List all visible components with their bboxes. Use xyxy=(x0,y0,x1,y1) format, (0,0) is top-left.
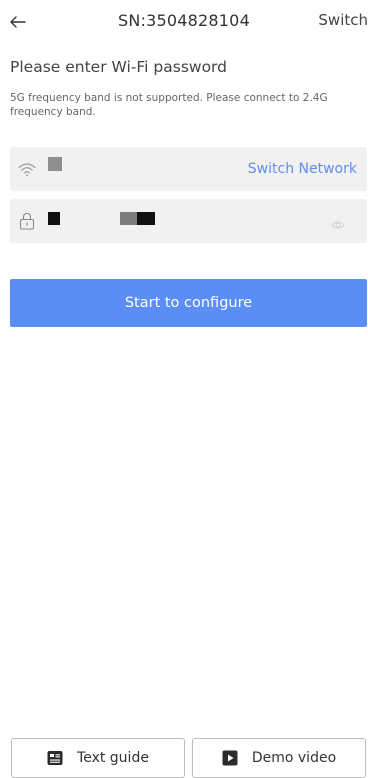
password-value-redacted xyxy=(120,212,137,225)
eye-icon[interactable] xyxy=(331,215,345,229)
frequency-band-notice: 5G frequency band is not supported. Plea… xyxy=(10,92,328,118)
wifi-password-heading: Please enter Wi-Fi password xyxy=(10,58,227,76)
wifi-network-field: Switch Network xyxy=(10,147,367,191)
start-configure-button[interactable]: Start to configure xyxy=(10,279,367,327)
demo-video-label: Demo video xyxy=(251,750,337,766)
switch-button[interactable]: Switch xyxy=(318,11,368,29)
wifi-password-field xyxy=(10,199,367,243)
ssid-value-redacted xyxy=(48,157,62,171)
text-guide-label: Text guide xyxy=(77,750,149,766)
switch-network-link[interactable]: Switch Network xyxy=(248,161,357,177)
play-icon xyxy=(222,750,238,766)
wifi-icon xyxy=(17,159,37,179)
header-bar: SN:3504828104 Switch xyxy=(0,0,368,44)
password-value-redacted xyxy=(48,212,60,225)
text-guide-button[interactable]: Text guide xyxy=(11,738,185,778)
demo-video-button[interactable]: Demo video xyxy=(192,738,366,778)
document-icon xyxy=(47,750,63,766)
lock-icon xyxy=(17,211,37,231)
page-title: SN:3504828104 xyxy=(118,11,250,30)
password-value-redacted xyxy=(137,212,155,225)
